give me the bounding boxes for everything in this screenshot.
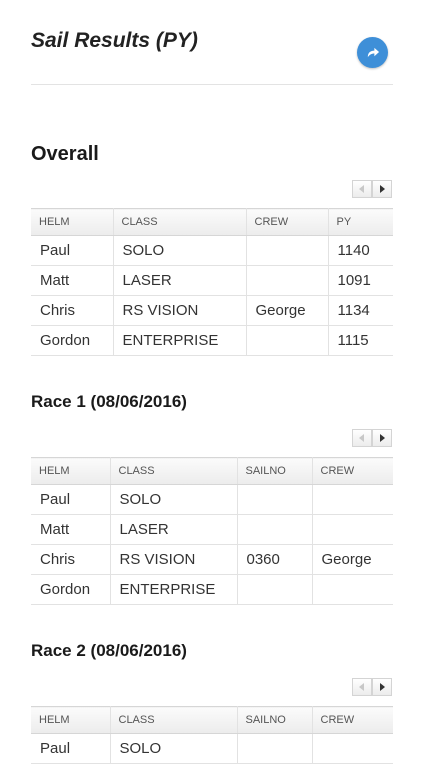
cell-helm: Paul <box>31 733 111 764</box>
cell-helm: Matt <box>31 265 114 296</box>
scroll-left-button[interactable] <box>352 678 372 696</box>
cell-py: 1134 <box>328 295 393 326</box>
page-title: Sail Results (PY) <box>31 29 198 52</box>
cell-helm: Chris <box>31 544 111 575</box>
cell-helm: Paul <box>31 235 114 266</box>
scroll-right-icon <box>380 683 385 691</box>
cell-helm: Gordon <box>31 574 111 605</box>
section-title-race-2: Race 2 (08/06/2016) <box>31 641 187 660</box>
column-header-sailno[interactable]: SAILNO <box>237 457 313 485</box>
table-row[interactable]: Paul SOLO 1140 <box>31 235 393 266</box>
scroll-left-button[interactable] <box>352 429 372 447</box>
race-1-table: HELM CLASS SAILNO CREW Paul SOLO Matt LA… <box>31 457 393 605</box>
cell-class: RS VISION <box>110 544 238 575</box>
cell-crew <box>312 733 393 764</box>
column-header-sailno[interactable]: SAILNO <box>237 706 313 734</box>
table-row[interactable]: Paul SOLO <box>31 733 393 764</box>
cell-crew <box>312 484 393 515</box>
table-header-row: HELM CLASS CREW PY <box>31 208 393 236</box>
scroll-left-icon <box>359 683 364 691</box>
table-row[interactable]: Matt LASER 1091 <box>31 265 393 296</box>
column-header-crew[interactable]: CREW <box>312 457 393 485</box>
table-row[interactable]: Matt LASER <box>31 514 393 545</box>
cell-class: LASER <box>110 514 238 545</box>
scroll-right-button[interactable] <box>372 429 392 447</box>
cell-helm: Paul <box>31 484 111 515</box>
race-2-table: HELM CLASS SAILNO CREW Paul SOLO <box>31 706 393 764</box>
cell-class: RS VISION <box>113 295 247 326</box>
cell-py: 1091 <box>328 265 393 296</box>
cell-sailno: 0360 <box>237 544 313 575</box>
share-icon <box>367 47 380 58</box>
scroll-left-icon <box>359 185 364 193</box>
share-button[interactable] <box>357 37 388 68</box>
cell-sailno <box>237 733 313 764</box>
cell-crew <box>312 514 393 545</box>
cell-sailno <box>237 514 313 545</box>
cell-class: SOLO <box>113 235 247 266</box>
cell-py: 1115 <box>328 325 393 356</box>
cell-crew <box>246 235 329 266</box>
cell-crew <box>312 574 393 605</box>
column-header-py[interactable]: PY <box>328 208 393 236</box>
cell-sailno <box>237 574 313 605</box>
section-title-overall: Overall <box>31 143 99 165</box>
cell-class: SOLO <box>110 733 238 764</box>
cell-sailno <box>237 484 313 515</box>
cell-helm: Matt <box>31 514 111 545</box>
race-2-pager <box>352 678 392 696</box>
column-header-helm[interactable]: HELM <box>31 208 114 236</box>
table-row[interactable]: Chris RS VISION George 1134 <box>31 295 393 326</box>
cell-crew <box>246 325 329 356</box>
overall-pager <box>352 180 392 198</box>
column-header-helm[interactable]: HELM <box>31 706 111 734</box>
scroll-left-button[interactable] <box>352 180 372 198</box>
cell-class: ENTERPRISE <box>110 574 238 605</box>
cell-class: LASER <box>113 265 247 296</box>
cell-crew <box>246 265 329 296</box>
column-header-helm[interactable]: HELM <box>31 457 111 485</box>
column-header-crew[interactable]: CREW <box>246 208 329 236</box>
table-header-row: HELM CLASS SAILNO CREW <box>31 457 393 485</box>
table-row[interactable]: Paul SOLO <box>31 484 393 515</box>
scroll-left-icon <box>359 434 364 442</box>
table-row[interactable]: Chris RS VISION 0360 George <box>31 544 393 575</box>
cell-class: ENTERPRISE <box>113 325 247 356</box>
column-header-class[interactable]: CLASS <box>110 706 238 734</box>
table-row[interactable]: Gordon ENTERPRISE 1115 <box>31 325 393 356</box>
cell-class: SOLO <box>110 484 238 515</box>
cell-crew: George <box>312 544 393 575</box>
cell-py: 1140 <box>328 235 393 266</box>
scroll-right-button[interactable] <box>372 180 392 198</box>
column-header-class[interactable]: CLASS <box>113 208 247 236</box>
overall-table: HELM CLASS CREW PY Paul SOLO 1140 Matt L… <box>31 208 393 356</box>
page-header: Sail Results (PY) <box>31 0 393 85</box>
column-header-class[interactable]: CLASS <box>110 457 238 485</box>
cell-crew: George <box>246 295 329 326</box>
table-header-row: HELM CLASS SAILNO CREW <box>31 706 393 734</box>
cell-helm: Gordon <box>31 325 114 356</box>
scroll-right-button[interactable] <box>372 678 392 696</box>
cell-helm: Chris <box>31 295 114 326</box>
table-row[interactable]: Gordon ENTERPRISE <box>31 574 393 605</box>
section-title-race-1: Race 1 (08/06/2016) <box>31 392 187 411</box>
race-1-pager <box>352 429 392 447</box>
column-header-crew[interactable]: CREW <box>312 706 393 734</box>
scroll-right-icon <box>380 185 385 193</box>
scroll-right-icon <box>380 434 385 442</box>
